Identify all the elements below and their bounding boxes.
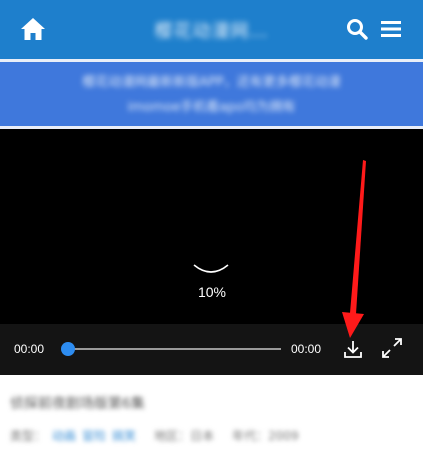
- genre-tag[interactable]: 搞笑: [112, 429, 136, 443]
- video-player[interactable]: 10% 00:00 00:00: [0, 129, 423, 375]
- current-time: 00:00: [14, 342, 45, 356]
- loading-percent: 10%: [197, 284, 227, 300]
- duration-time: 00:00: [291, 342, 322, 356]
- loading-spinner-icon: [193, 264, 229, 273]
- search-icon[interactable]: [346, 18, 368, 40]
- player-control-bar: 00:00 00:00: [0, 324, 423, 375]
- genre-tag[interactable]: 动画: [52, 429, 76, 443]
- top-nav-bar: 樱花动漫网…: [0, 0, 423, 59]
- region-label: 地区：日本: [154, 429, 215, 443]
- video-meta: 类型： 动画 冒险 搞笑 地区：日本 年代：2009: [10, 427, 299, 444]
- progress-knob[interactable]: [61, 342, 75, 356]
- fullscreen-icon[interactable]: [381, 337, 403, 359]
- year-label: 年代：2009: [232, 429, 299, 443]
- progress-track[interactable]: [68, 348, 281, 350]
- banner-text-line-1: 樱花动漫网最新新版APP，还有更多樱花动漫: [82, 75, 341, 90]
- menu-icon[interactable]: [381, 20, 401, 38]
- banner-text-line-2: imomoe手机看apo均为拥有: [127, 100, 296, 115]
- genre-tag[interactable]: 冒险: [82, 429, 106, 443]
- type-label: 类型：: [10, 429, 47, 443]
- video-title: 侦探前夜剧场版第6集: [10, 396, 145, 412]
- app-promo-banner[interactable]: 樱花动漫网最新新版APP，还有更多樱花动漫 imomoe手机看apo均为拥有: [0, 59, 423, 129]
- download-icon[interactable]: [342, 338, 364, 360]
